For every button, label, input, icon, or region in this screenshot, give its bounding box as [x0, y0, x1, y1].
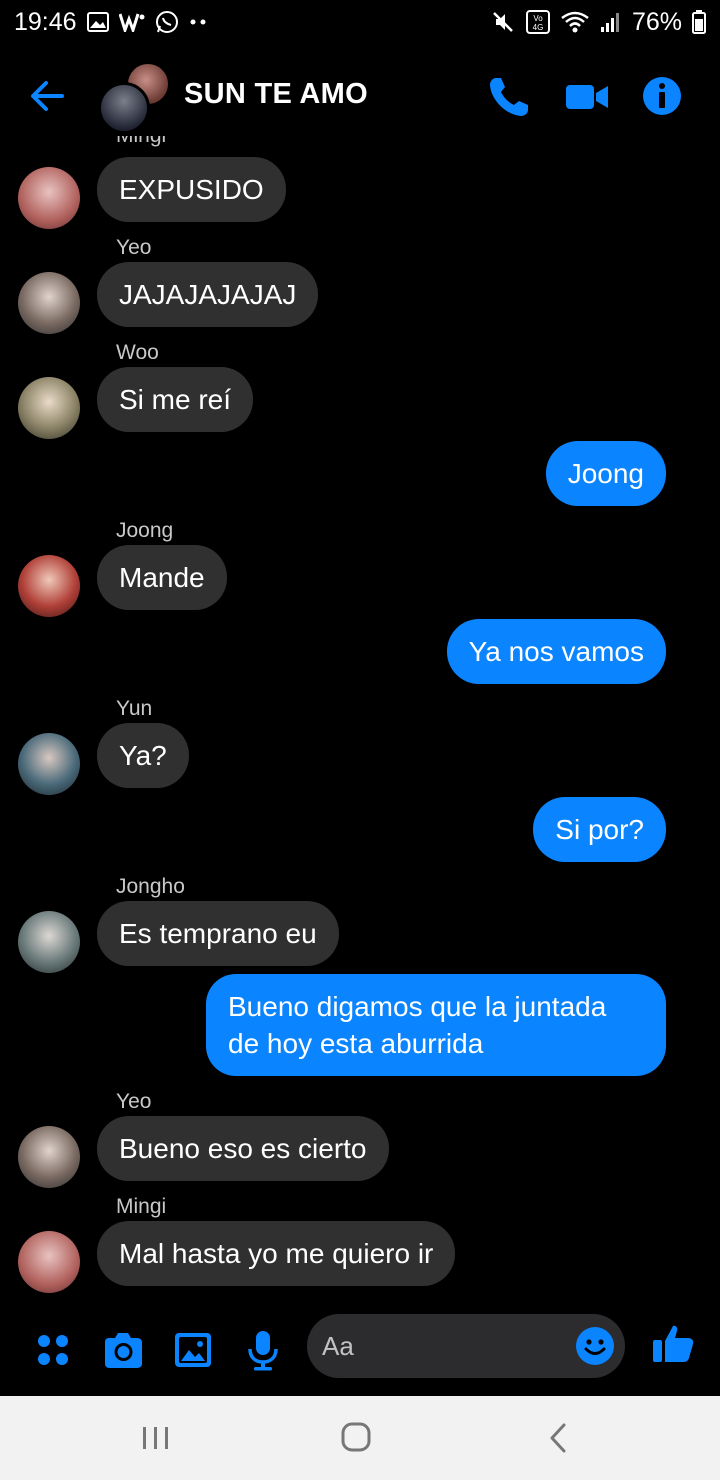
mute-icon	[492, 11, 516, 33]
incoming-message[interactable]: EXPUSIDO	[97, 157, 286, 222]
avatar-yeo[interactable]	[18, 1126, 80, 1188]
incoming-message[interactable]: Bueno eso es cierto	[97, 1116, 389, 1181]
whatsapp-notification-icon	[155, 10, 179, 34]
wifi-icon	[560, 10, 590, 34]
message-list[interactable]: Mingi EXPUSIDO Yeo JAJAJAJAJAJ Woo Si me…	[0, 136, 720, 1306]
avatar-mingi[interactable]	[18, 1231, 80, 1293]
avatar-joong[interactable]	[18, 555, 80, 617]
sender-name: Jongho	[116, 875, 185, 898]
sender-name: Yeo	[116, 1090, 152, 1113]
microphone-icon[interactable]	[241, 1328, 285, 1372]
recent-apps-icon[interactable]	[136, 1420, 176, 1456]
message-input-placeholder: Aa	[322, 1331, 354, 1361]
sender-name: Mingi	[116, 136, 166, 148]
outgoing-message[interactable]: Si por?	[533, 797, 666, 862]
sender-name: Mingi	[116, 1195, 167, 1218]
more-notifications-icon	[189, 18, 207, 26]
battery-icon	[692, 10, 706, 34]
outgoing-message[interactable]: Joong	[545, 441, 666, 506]
emoji-icon[interactable]	[575, 1326, 615, 1366]
svg-text:4G: 4G	[533, 23, 544, 32]
system-navigation-bar	[0, 1396, 720, 1480]
sender-name: Joong	[116, 519, 174, 542]
chat-header: SUN TE AMO	[0, 56, 720, 136]
avatar-mingi[interactable]	[18, 167, 80, 229]
video-icon[interactable]	[564, 74, 610, 120]
group-avatar-photo-2	[98, 82, 150, 134]
incoming-message[interactable]: JAJAJAJAJAJ	[97, 262, 319, 327]
incoming-message[interactable]: Ya?	[97, 723, 189, 788]
avatar-woo[interactable]	[18, 377, 80, 439]
gallery-notification-icon	[86, 12, 109, 32]
sender-name: Yeo	[116, 236, 152, 259]
message-input[interactable]: Aa	[307, 1314, 625, 1378]
apps-icon[interactable]	[32, 1328, 76, 1372]
back-arrow-icon[interactable]	[26, 74, 70, 118]
w-app-notification-icon	[118, 12, 145, 32]
svg-text:Vo: Vo	[533, 14, 543, 23]
sender-name: Woo	[116, 341, 159, 364]
incoming-message[interactable]: Mal hasta yo me quiero ir	[97, 1221, 456, 1286]
like-icon[interactable]	[651, 1322, 695, 1366]
gallery-icon[interactable]	[171, 1328, 215, 1372]
status-bar: 19:46 Vo 4G 76%	[0, 0, 720, 44]
incoming-message[interactable]: Es temprano eu	[97, 901, 339, 966]
camera-icon[interactable]	[101, 1328, 145, 1372]
volte-icon: Vo 4G	[525, 10, 550, 34]
outgoing-message[interactable]: Bueno digamos que la juntada de hoy esta…	[206, 974, 666, 1076]
incoming-message[interactable]: Mande	[97, 545, 227, 610]
group-avatar[interactable]	[98, 62, 170, 134]
incoming-message[interactable]: Si me reí	[97, 367, 254, 432]
phone-icon[interactable]	[486, 74, 532, 120]
status-time: 19:46	[14, 7, 77, 36]
sender-name: Yun	[116, 697, 153, 720]
composer-bar: Aa	[0, 1306, 720, 1394]
info-icon[interactable]	[640, 74, 686, 120]
chat-title[interactable]: SUN TE AMO	[184, 78, 368, 111]
home-icon[interactable]	[336, 1420, 376, 1456]
signal-icon	[600, 11, 622, 33]
avatar-jongho[interactable]	[18, 911, 80, 973]
battery-percent: 76%	[631, 7, 682, 36]
avatar-yeo[interactable]	[18, 272, 80, 334]
nav-back-icon[interactable]	[540, 1420, 580, 1456]
avatar-yun[interactable]	[18, 733, 80, 795]
outgoing-message[interactable]: Ya nos vamos	[446, 619, 666, 684]
